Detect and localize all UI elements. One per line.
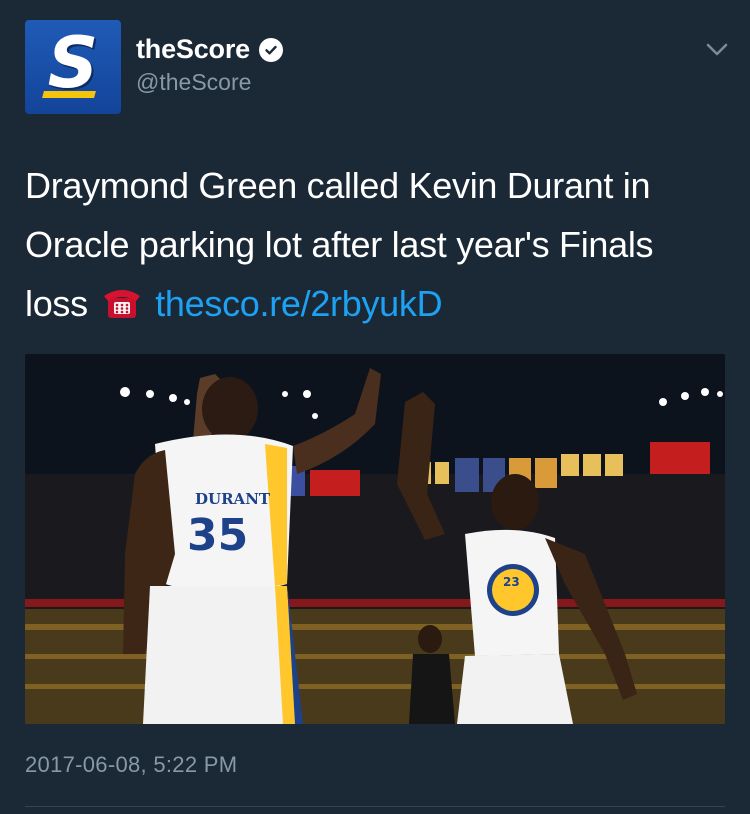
verified-badge-icon bbox=[258, 37, 283, 62]
tweet-photo[interactable]: DURANT 35 23 bbox=[25, 354, 725, 724]
tweet[interactable]: S theScore @theScore Draymond Green call… bbox=[0, 0, 750, 814]
avatar[interactable]: S bbox=[25, 20, 121, 114]
telephone-emoji-icon bbox=[102, 278, 142, 337]
jersey-left-number: 35 bbox=[187, 510, 248, 561]
tweet-text: Draymond Green called Kevin Durant in Or… bbox=[25, 156, 725, 337]
chevron-down-icon[interactable] bbox=[705, 42, 729, 58]
jersey-right-number: 23 bbox=[503, 575, 520, 589]
timestamp[interactable]: 2017-06-08, 5:22 PM bbox=[25, 752, 237, 778]
avatar-logo: S bbox=[47, 22, 99, 104]
jersey-left-name: DURANT bbox=[195, 490, 271, 508]
divider bbox=[25, 806, 725, 807]
avatar-logo-bar bbox=[42, 91, 96, 98]
author-name-row[interactable]: theScore bbox=[136, 34, 283, 65]
tweet-link[interactable]: thesco.re/2rbyukD bbox=[155, 283, 442, 324]
handle[interactable]: @theScore bbox=[136, 69, 251, 96]
display-name[interactable]: theScore bbox=[136, 34, 250, 65]
